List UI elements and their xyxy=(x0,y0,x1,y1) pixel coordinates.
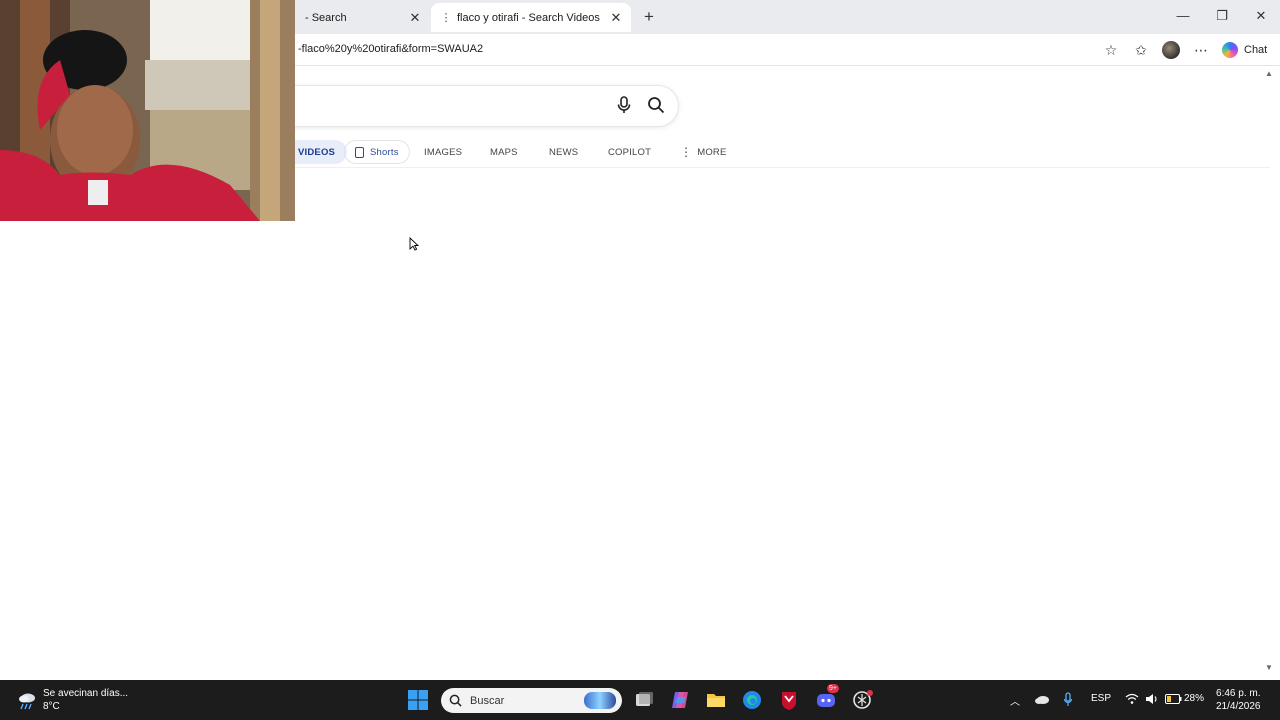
system-clock[interactable]: 6:46 p. m. 21/4/2026 xyxy=(1216,687,1261,713)
minimize-icon[interactable]: — xyxy=(1171,6,1195,26)
battery-percentage: 28% xyxy=(1184,693,1205,704)
scroll-up-arrow-icon[interactable]: ▲ xyxy=(1265,69,1273,78)
search-icon xyxy=(449,694,462,707)
scroll-down-arrow-icon[interactable]: ▼ xyxy=(1265,663,1273,672)
tab-label: IMAGES xyxy=(424,146,463,158)
close-icon[interactable]: ✕ xyxy=(607,10,625,26)
taskbar-search-box[interactable]: Buscar xyxy=(441,688,622,713)
tab-news[interactable]: NEWS xyxy=(549,140,578,164)
windows-start-icon[interactable] xyxy=(407,689,429,711)
taskbar-search-label: Buscar xyxy=(470,694,505,707)
battery-icon[interactable] xyxy=(1165,694,1182,704)
favorites-icon[interactable]: ✩ xyxy=(1131,41,1151,59)
tab-label: MAPS xyxy=(490,146,518,158)
file-explorer-icon[interactable] xyxy=(705,689,727,711)
discord-notification-badge: 9+ xyxy=(827,684,839,693)
tab-label: MORE xyxy=(697,146,727,158)
add-favorite-star-icon[interactable]: ☆ xyxy=(1101,41,1121,59)
rain-cloud-icon xyxy=(19,693,35,710)
task-view-icon[interactable] xyxy=(633,689,655,711)
mcafee-icon[interactable] xyxy=(778,689,800,711)
address-bar[interactable]: -flaco%20y%20otirafi&form=SWAUA2 xyxy=(298,43,483,55)
window-close-icon[interactable]: ✕ xyxy=(1249,6,1273,26)
mouse-cursor-icon xyxy=(409,237,419,251)
more-vertical-icon: ⋮ xyxy=(680,145,693,159)
tab-maps[interactable]: MAPS xyxy=(490,140,518,164)
tab-title: flaco y otirafi - Search Videos xyxy=(457,11,600,24)
volume-icon[interactable] xyxy=(1145,693,1159,705)
wifi-icon[interactable] xyxy=(1125,693,1139,705)
tab-label: Shorts xyxy=(370,146,399,158)
weather-temperature: 8°C xyxy=(43,701,60,712)
microphone-tray-icon[interactable] xyxy=(1063,692,1073,707)
microphone-icon[interactable] xyxy=(614,95,634,115)
new-tab-button[interactable]: + xyxy=(639,7,659,27)
tab-favicon-icon: ⋮ xyxy=(440,12,452,24)
search-highlight-image xyxy=(584,692,616,709)
chatgpt-icon[interactable] xyxy=(851,689,873,711)
browser-tab-active[interactable]: ⋮ flaco y otirafi - Search Videos ✕ xyxy=(431,3,631,32)
input-language-indicator[interactable]: ESP xyxy=(1091,693,1111,704)
webcam-overlay xyxy=(0,0,295,221)
copilot-icon xyxy=(1222,42,1238,58)
shorts-icon xyxy=(355,146,364,158)
tab-label: COPILOT xyxy=(608,146,652,158)
webcam-image xyxy=(0,0,295,221)
browser-tab[interactable]: - Search ✕ xyxy=(295,3,430,32)
edge-browser-icon[interactable] xyxy=(741,689,763,711)
chat-label: Chat xyxy=(1244,44,1268,56)
clock-date: 21/4/2026 xyxy=(1216,701,1261,712)
copilot-app-icon[interactable] xyxy=(669,689,691,711)
clock-time: 6:46 p. m. xyxy=(1216,688,1261,699)
show-hidden-icons-chevron-icon[interactable]: ︿ xyxy=(1010,693,1020,708)
tab-images[interactable]: IMAGES xyxy=(424,140,462,164)
tab-shorts[interactable]: Shorts xyxy=(344,140,410,164)
search-vertical-nav: VIDEOS Shorts IMAGES MAPS NEWS COPILOT ⋮… xyxy=(260,136,1270,168)
weather-description: Se avecinan días... xyxy=(43,688,129,699)
copilot-chat-button[interactable]: Chat xyxy=(1222,41,1267,59)
maximize-icon[interactable]: ❐ xyxy=(1210,6,1234,26)
tab-copilot[interactable]: COPILOT xyxy=(608,140,651,164)
tab-label: VIDEOS xyxy=(298,146,336,158)
tab-label: NEWS xyxy=(549,146,579,158)
tab-title: - Search xyxy=(305,11,347,24)
more-options-icon[interactable]: ⋯ xyxy=(1191,41,1211,59)
weather-widget[interactable]: Se avecinan días... 8°C xyxy=(16,687,128,713)
close-icon[interactable]: ✕ xyxy=(406,10,424,26)
tab-more[interactable]: ⋮ MORE xyxy=(680,140,727,164)
discord-app[interactable]: 9+ xyxy=(815,684,839,711)
windows-taskbar: Se avecinan días... 8°C Buscar 9+ ︿ ESP … xyxy=(0,680,1280,720)
profile-avatar[interactable] xyxy=(1161,41,1181,59)
onedrive-cloud-icon[interactable] xyxy=(1034,693,1050,705)
search-icon[interactable] xyxy=(646,95,666,115)
